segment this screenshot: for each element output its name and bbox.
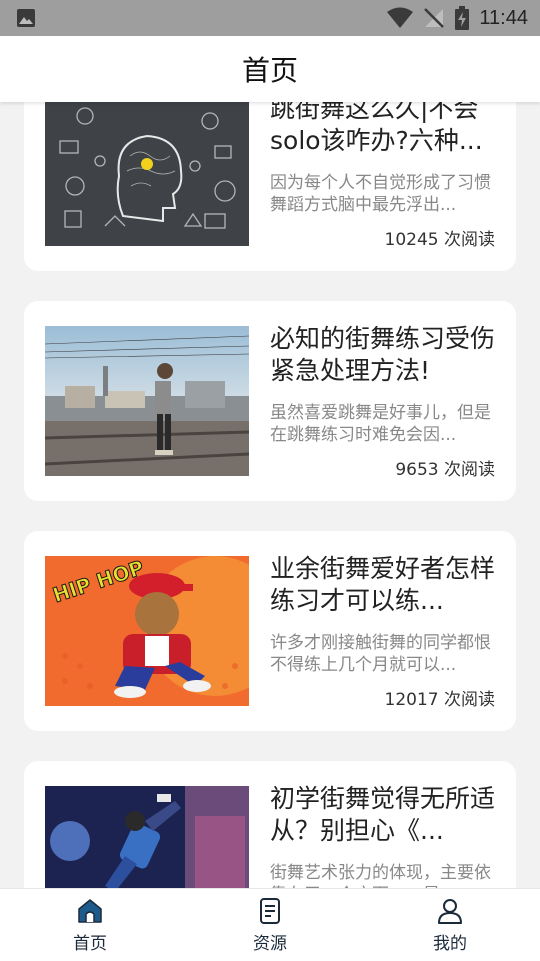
article-card[interactable]: HIP HOP 业余街舞爱好者怎样练习才可以练... 许多才刚接触街舞的同学都恨… [24, 531, 516, 731]
article-title[interactable]: 业余街舞爱好者怎样练习才可以练... [270, 553, 500, 617]
user-icon [438, 898, 462, 924]
article-title[interactable]: 初学街舞觉得无所适从？别担心《... [270, 783, 500, 847]
image-icon [17, 9, 35, 27]
article-summary: 街舞艺术张力的体现，主要依靠在于一个方面，一是... [270, 863, 491, 888]
article-summary: 因为每个人不自觉形成了习惯舞蹈方式脑中最先浮出... [270, 173, 491, 215]
read-count: 10245 次阅读 [384, 230, 495, 250]
article-thumbnail [45, 326, 249, 476]
article-thumbnail: HIP HOP [45, 556, 249, 706]
article-summary: 虽然喜爱跳舞是好事儿，但是在跳舞练习时难免会因... [270, 403, 491, 445]
article-title[interactable]: 必知的街舞练习受伤紧急处理方法! [270, 323, 500, 387]
read-count: 9653 次阅读 [395, 460, 495, 480]
no-signal-icon [424, 8, 445, 28]
article-title[interactable]: 跳街舞这么久|不会solo该咋办?六种... [270, 102, 500, 157]
article-thumbnail [45, 102, 249, 246]
document-icon [260, 897, 280, 924]
status-bar: 11:44 [0, 0, 540, 36]
article-thumbnail [45, 786, 249, 888]
home-icon [78, 898, 102, 923]
nav-item-mine[interactable]: 我的 [360, 889, 540, 961]
nav-label-home: 首页 [73, 933, 107, 954]
bottom-nav: 首页 资源 我的 [0, 888, 540, 961]
page-title: 首页 [241, 54, 298, 87]
nav-item-home[interactable]: 首页 [0, 889, 180, 961]
status-time: 11:44 [479, 6, 528, 29]
nav-item-resources[interactable]: 资源 [180, 889, 360, 961]
battery-charging-icon [455, 6, 470, 30]
article-summary: 许多才刚接触街舞的同学都恨不得练上几个月就可以... [270, 633, 491, 675]
read-count: 12017 次阅读 [384, 690, 495, 710]
nav-label-resources: 资源 [253, 933, 287, 954]
nav-label-mine: 我的 [433, 933, 467, 954]
article-card[interactable]: 跳街舞这么久|不会solo该咋办?六种... 因为每个人不自觉形成了习惯舞蹈方式… [24, 102, 516, 271]
article-card[interactable]: 必知的街舞练习受伤紧急处理方法! 虽然喜爱跳舞是好事儿，但是在跳舞练习时难免会因… [24, 301, 516, 501]
title-bar: 首页 [0, 36, 540, 102]
article-list[interactable]: 跳街舞这么久|不会solo该咋办?六种... 因为每个人不自觉形成了习惯舞蹈方式… [0, 102, 540, 888]
wifi-icon [387, 7, 414, 28]
article-card[interactable]: 初学街舞觉得无所适从？别担心《... 街舞艺术张力的体现，主要依靠在于一个方面，… [24, 761, 516, 888]
